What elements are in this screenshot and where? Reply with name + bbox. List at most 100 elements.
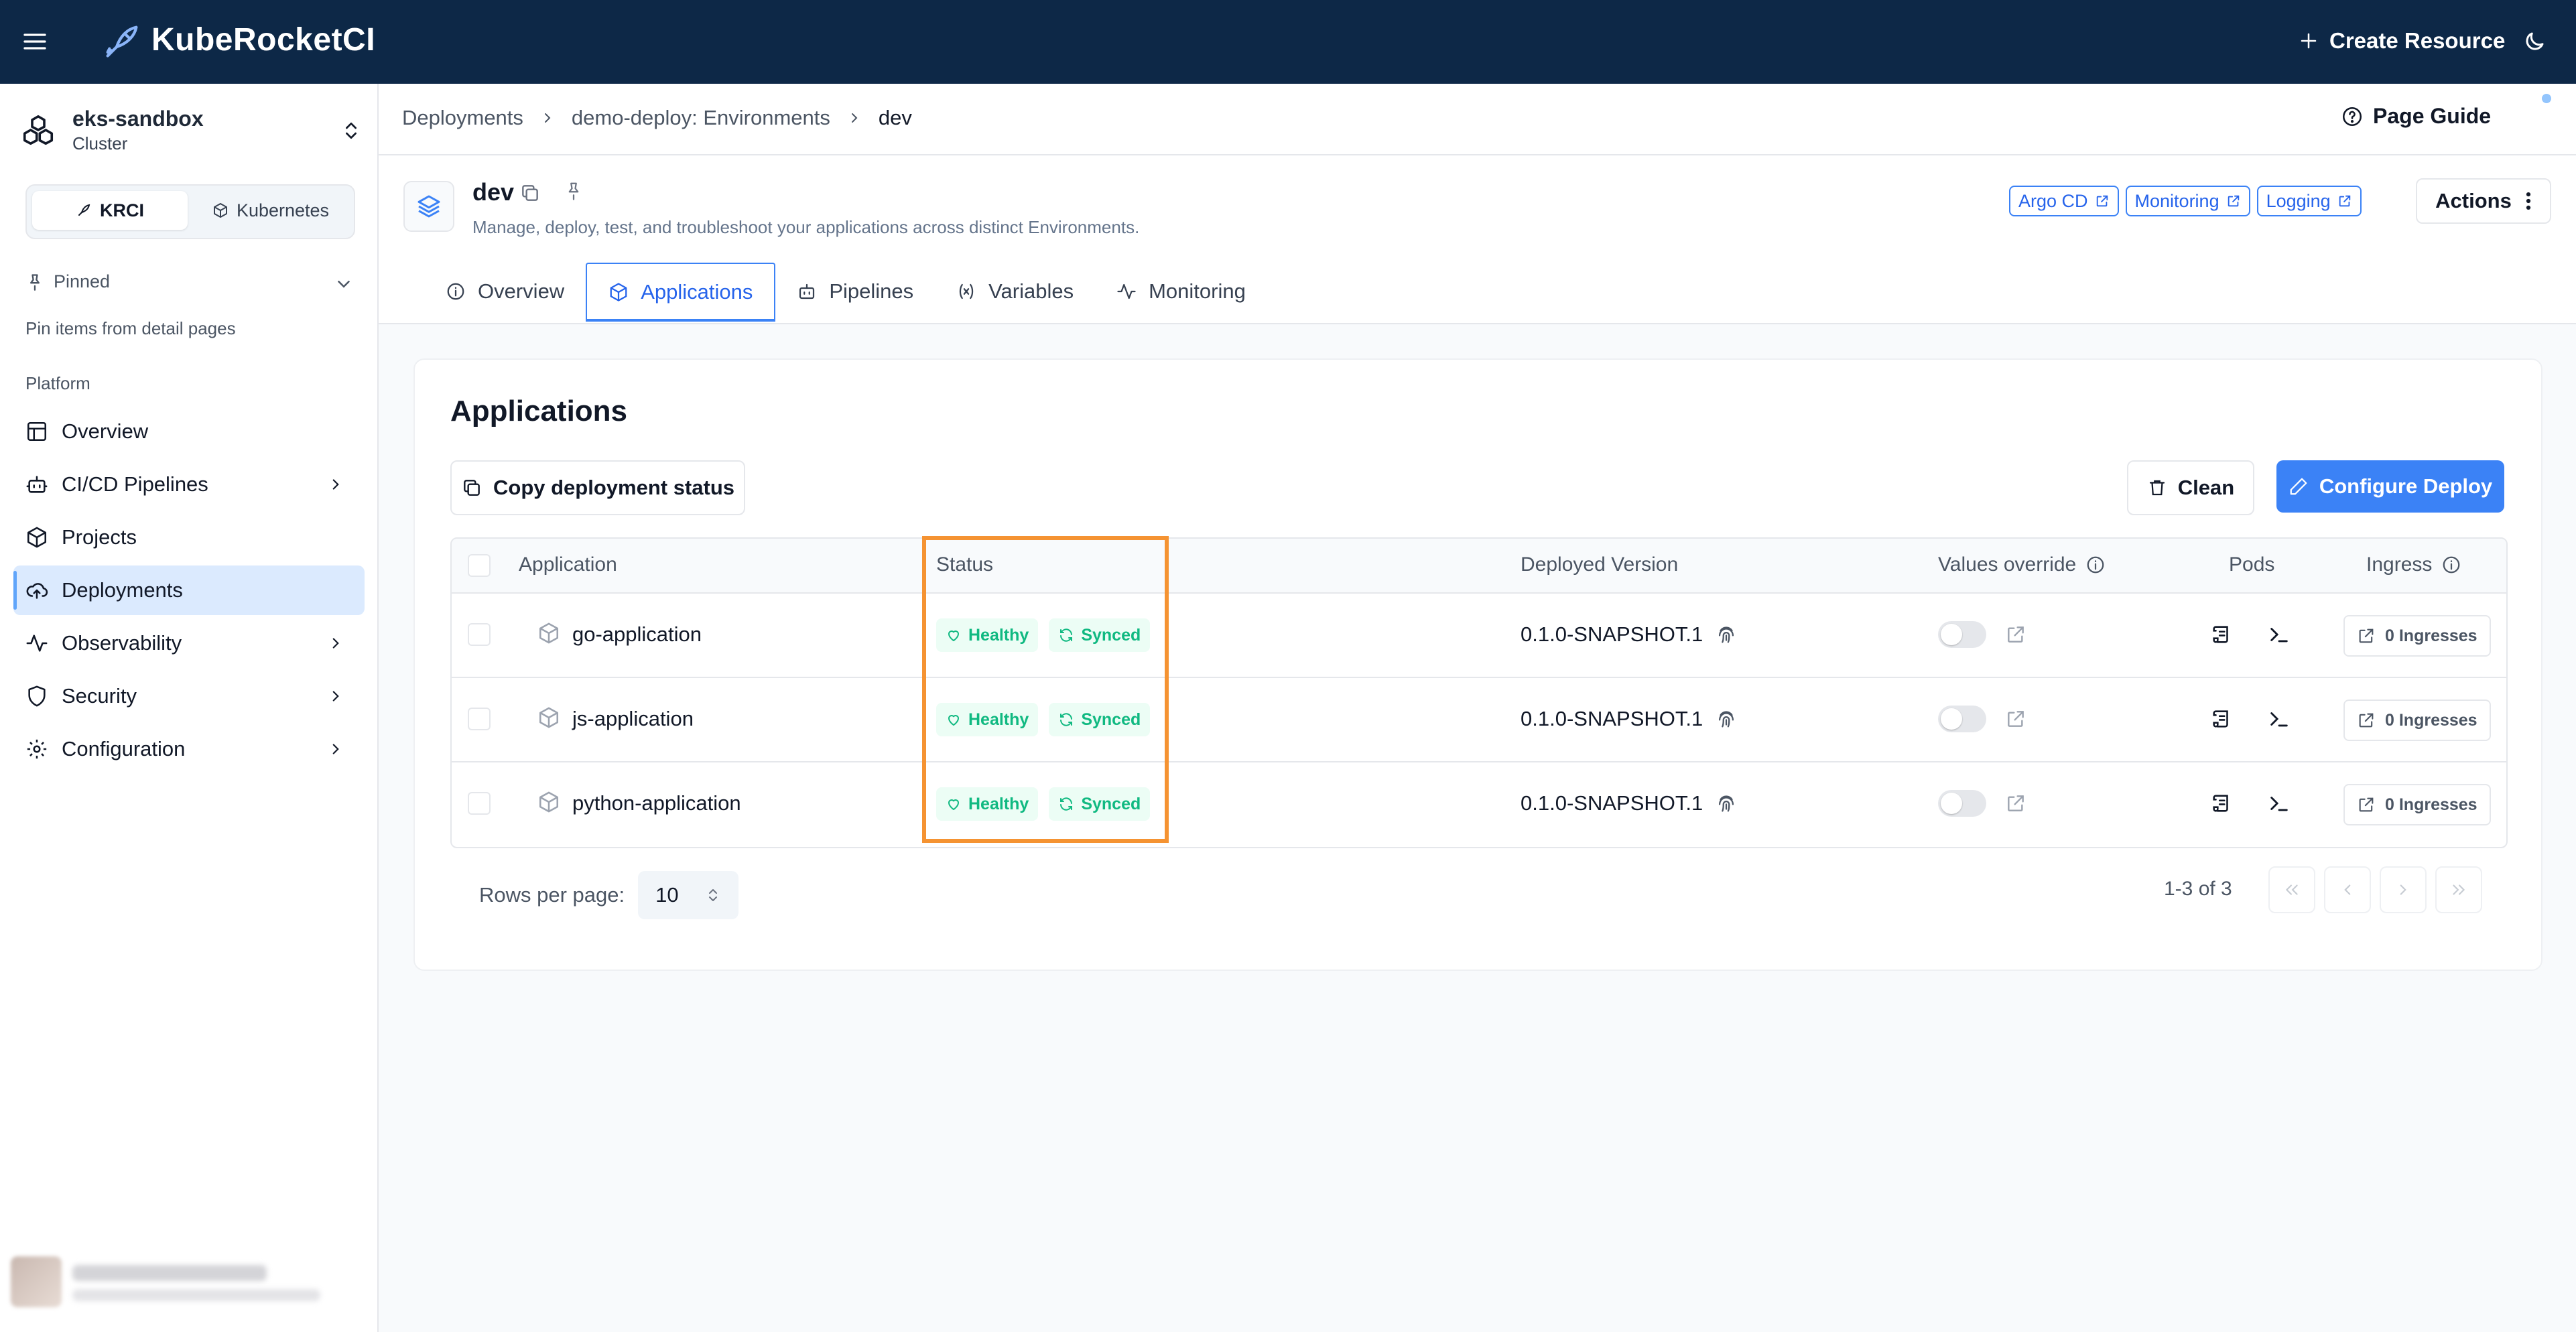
row-checkbox[interactable] [468,623,491,646]
breadcrumb-deployments[interactable]: Deployments [402,106,523,130]
ingresses-button[interactable]: 0 Ingresses [2343,700,2491,741]
pinned-hint: Pin items from detail pages [25,318,236,338]
argocd-link[interactable]: Argo CD [2009,186,2119,216]
info-icon[interactable] [2085,555,2106,575]
actions-button[interactable]: Actions [2416,178,2551,224]
column-header-pods: Pods [2229,553,2274,576]
terminal-icon[interactable] [2268,792,2291,815]
terminal-icon[interactable] [2268,623,2291,646]
copy-icon[interactable] [519,182,541,204]
sidebar-item-label: Projects [62,525,137,549]
first-page-button[interactable] [2268,866,2315,913]
external-link-icon [2357,711,2376,730]
deployed-version: 0.1.0-SNAPSHOT.1 [1521,707,1703,730]
sidebar-item-cicd-pipelines[interactable]: CI/CD Pipelines [13,460,365,509]
column-header-application[interactable]: Application [519,553,617,576]
external-link-icon[interactable] [2005,708,2026,730]
tab-variables[interactable]: Variables [935,263,1095,320]
ingresses-button[interactable]: 0 Ingresses [2343,784,2491,825]
configure-deploy-button[interactable]: Configure Deploy [2276,460,2504,513]
application-name[interactable]: python-application [572,791,741,815]
activity-icon [1116,281,1137,302]
page-guide-button[interactable]: Page Guide [2341,104,2491,129]
ingresses-button[interactable]: 0 Ingresses [2343,615,2491,657]
application-name[interactable]: go-application [572,622,702,647]
column-header-label: Deployed Version [1521,553,1679,576]
deployed-version: 0.1.0-SNAPSHOT.1 [1521,622,1703,646]
cluster-selector[interactable]: eks-sandbox Cluster [20,104,362,157]
app-box-icon [537,706,560,729]
pin-icon [25,273,44,291]
values-override-toggle[interactable] [1938,621,1986,648]
fingerprint-icon[interactable] [1715,792,1738,815]
pin-icon[interactable] [564,181,584,201]
application-name[interactable]: js-application [572,707,694,731]
mode-kubernetes[interactable]: Kubernetes [193,191,348,230]
sidebar-item-label: Overview [62,419,149,443]
fingerprint-icon[interactable] [1715,708,1738,730]
external-link-icon[interactable] [2005,624,2026,645]
copy-deployment-status-button[interactable]: Copy deployment status [450,460,745,515]
bot-icon [25,473,52,496]
sidebar-item-overview[interactable]: Overview [13,407,365,456]
column-header-deployed-version[interactable]: Deployed Version [1521,553,1678,576]
notification-dot [2542,94,2551,103]
last-page-button[interactable] [2435,866,2482,913]
tab-pipelines[interactable]: Pipelines [775,263,935,320]
select-all-checkbox[interactable] [468,554,491,577]
activity-icon [25,632,52,655]
top-bar: KubeRocketCI Create Resource [0,0,2576,84]
breadcrumb-environments[interactable]: demo-deploy: Environments [572,106,830,130]
chevron-right-icon [539,110,556,126]
external-link-icon [2095,194,2110,208]
previous-page-button[interactable] [2324,866,2371,913]
applications-card: Applications Copy deployment status Clea… [413,358,2542,971]
scroll-text-icon[interactable] [2210,623,2233,646]
column-header-label: Ingress [2366,553,2433,576]
section-title: Applications [450,395,628,427]
values-override-toggle[interactable] [1938,706,1986,732]
external-link-icon [2226,194,2241,208]
sidebar-item-security[interactable]: Security [13,671,365,721]
column-header-ingress: Ingress [2366,553,2461,576]
rows-per-page-select[interactable]: 10 [638,871,739,919]
avatar [11,1256,62,1307]
breadcrumb-current: dev [878,106,912,129]
monitoring-link[interactable]: Monitoring [2125,186,2250,216]
fingerprint-icon[interactable] [1715,623,1738,646]
clean-button[interactable]: Clean [2127,460,2254,515]
logging-link[interactable]: Logging [2256,186,2362,216]
tab-monitoring[interactable]: Monitoring [1095,263,1267,320]
sidebar-item-observability[interactable]: Observability [13,618,365,668]
sidebar-item-deployments[interactable]: Deployments [13,565,365,615]
info-icon[interactable] [2441,555,2461,575]
user-profile[interactable] [11,1253,366,1313]
tab-applications[interactable]: Applications [586,263,776,322]
table-row: python-application Healthy Synced 0.1.0-… [452,762,2506,846]
terminal-icon[interactable] [2268,708,2291,730]
deployed-version-cell: 0.1.0-SNAPSHOT.1 [1521,707,1738,731]
mode-krci[interactable]: KRCI [32,191,188,230]
scroll-text-icon[interactable] [2210,792,2233,815]
values-override-toggle[interactable] [1938,790,1986,817]
external-link-icon[interactable] [2005,793,2026,814]
sidebar-item-label: Deployments [62,578,183,602]
sidebar-item-projects[interactable]: Projects [13,513,365,562]
menu-icon[interactable] [21,28,48,55]
rocket-logo-icon [101,20,143,63]
configure-deploy-label: Configure Deploy [2319,474,2493,498]
sidebar-item-configuration[interactable]: Configuration [13,724,365,774]
actions-label: Actions [2435,189,2512,212]
create-resource-button[interactable]: Create Resource [2299,28,2505,54]
moon-icon[interactable] [2522,29,2547,54]
layout-icon [25,420,52,443]
pinned-title: Pinned [54,271,111,291]
scroll-text-icon[interactable] [2210,708,2233,730]
values-override-cell [1938,706,2026,732]
tab-overview[interactable]: Overview [424,263,586,320]
next-page-button[interactable] [2380,866,2427,913]
row-checkbox[interactable] [468,792,491,815]
monitoring-link-label: Monitoring [2134,190,2219,211]
copy-deployment-status-label: Copy deployment status [493,476,734,499]
row-checkbox[interactable] [468,708,491,730]
